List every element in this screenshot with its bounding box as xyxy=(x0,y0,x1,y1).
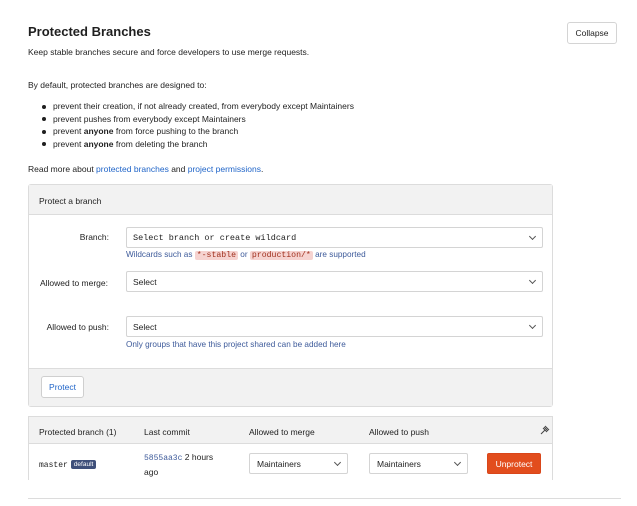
project-permissions-link[interactable]: project permissions xyxy=(188,164,261,174)
allowed-to-merge-label: Allowed to merge: xyxy=(39,278,108,288)
column-header: Allowed to merge xyxy=(249,427,315,437)
rule-item: prevent anyone from deleting the branch xyxy=(42,138,354,151)
table-header: Protected branch (1) Last commit Allowed… xyxy=(29,417,552,444)
protect-button[interactable]: Protect xyxy=(41,376,84,398)
divider xyxy=(28,498,621,499)
last-commit: 5855aa3c 2 hours ago xyxy=(144,452,214,477)
wildcard-hint: Wildcards such as *-stable or production… xyxy=(126,250,366,260)
column-header: Last commit xyxy=(144,427,190,437)
allowed-to-push-select[interactable]: Select xyxy=(126,316,543,337)
allowed-to-merge-select[interactable]: Select xyxy=(126,271,543,292)
page-title: Protected Branches xyxy=(28,24,151,39)
intro-text: By default, protected branches are desig… xyxy=(28,80,207,90)
pin-icon[interactable] xyxy=(540,425,550,435)
chevron-down-icon xyxy=(528,321,537,330)
read-more-text: Read more about protected branches and p… xyxy=(28,164,264,174)
allowed-to-merge-dropdown[interactable]: Maintainers xyxy=(249,453,348,474)
protected-branches-table: Protected branch (1) Last commit Allowed… xyxy=(28,416,553,480)
rules-list: prevent their creation, if not already c… xyxy=(42,100,354,150)
rule-item: prevent anyone from force pushing to the… xyxy=(42,125,354,138)
branch-label: Branch: xyxy=(79,232,109,242)
panel-header: Protect a branch xyxy=(29,185,552,215)
rule-item: prevent their creation, if not already c… xyxy=(42,100,354,113)
protected-branches-link[interactable]: protected branches xyxy=(96,164,169,174)
panel-footer: Protect xyxy=(29,368,552,406)
branch-select[interactable]: Select branch or create wildcard xyxy=(126,227,543,248)
allowed-to-push-dropdown[interactable]: Maintainers xyxy=(369,453,468,474)
collapse-button[interactable]: Collapse xyxy=(567,22,617,44)
page-subtitle: Keep stable branches secure and force de… xyxy=(28,47,310,57)
protect-branch-panel: Protect a branch Branch: Select branch o… xyxy=(28,184,553,407)
branch-name: master default xyxy=(39,459,97,470)
column-header: Allowed to push xyxy=(369,427,430,437)
push-hint: Only groups that have this project share… xyxy=(126,340,346,349)
chevron-down-icon xyxy=(333,458,342,467)
default-badge: default xyxy=(70,460,97,469)
column-header: Protected branch (1) xyxy=(39,427,117,437)
commit-hash-link[interactable]: 5855aa3c xyxy=(144,454,182,463)
chevron-down-icon xyxy=(528,232,537,241)
unprotect-button[interactable]: Unprotect xyxy=(487,453,541,474)
chevron-down-icon xyxy=(453,458,462,467)
chevron-down-icon xyxy=(528,276,537,285)
allowed-to-push-label: Allowed to push: xyxy=(46,322,109,332)
rule-item: prevent pushes from everybody except Mai… xyxy=(42,113,354,126)
